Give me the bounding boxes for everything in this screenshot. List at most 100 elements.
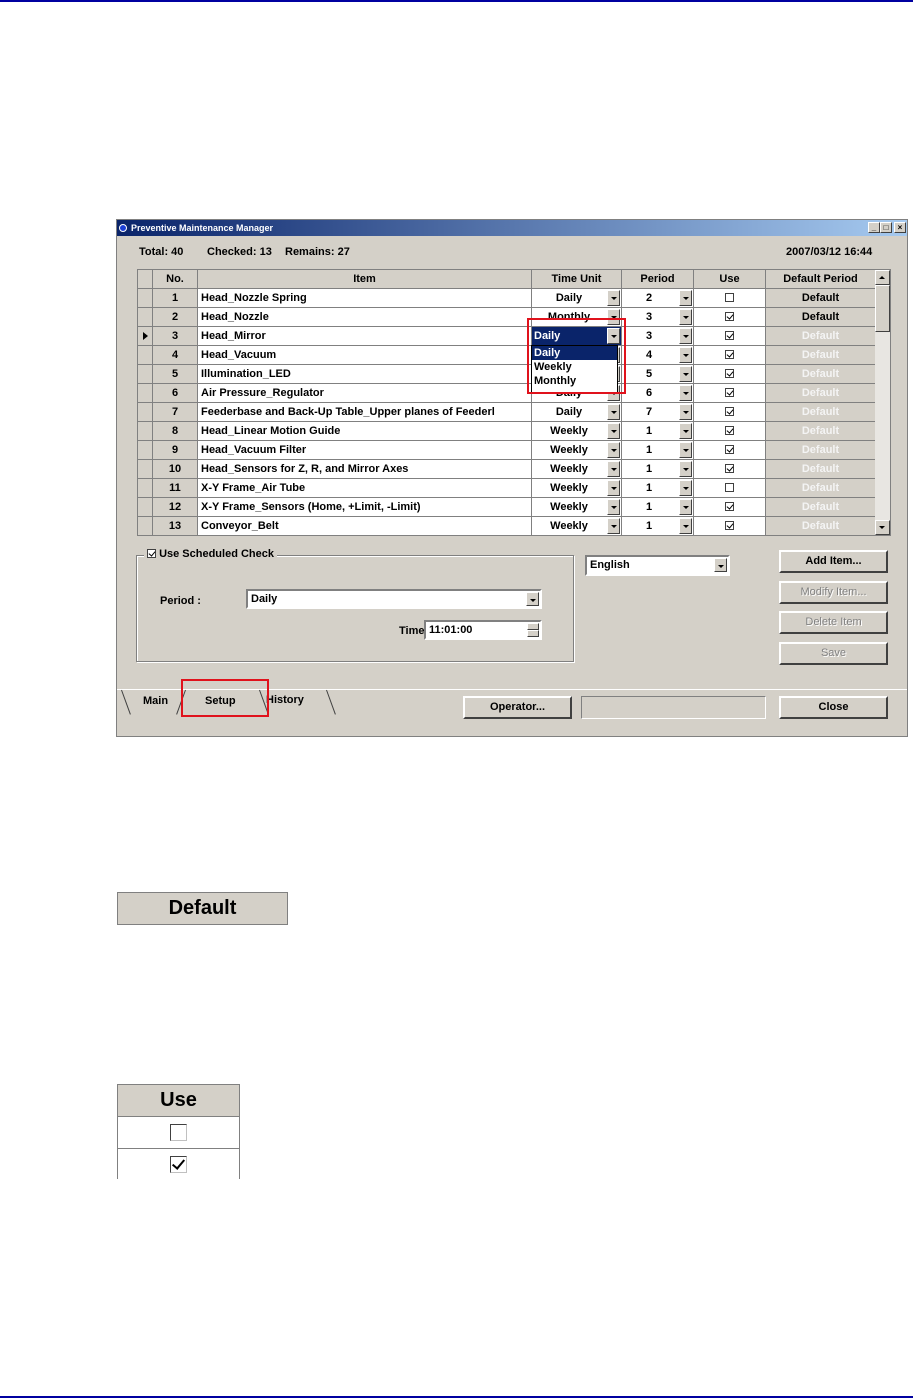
row-default-button[interactable]: Default <box>766 422 876 441</box>
scroll-up-button[interactable] <box>875 270 890 285</box>
use-scheduled-check[interactable]: Use Scheduled Check <box>144 548 277 560</box>
use-checkbox[interactable] <box>725 349 734 359</box>
row-default-button[interactable]: Default <box>766 498 876 517</box>
row-use[interactable] <box>694 479 766 498</box>
use-checkbox[interactable] <box>725 444 734 454</box>
row-default-button[interactable]: Default <box>766 517 876 535</box>
row-default-button[interactable]: Default <box>766 441 876 460</box>
row-use[interactable] <box>694 517 766 535</box>
row-indicator[interactable] <box>138 289 153 308</box>
col-period[interactable]: Period <box>622 270 694 289</box>
use-checkbox[interactable] <box>725 292 734 302</box>
row-indicator[interactable] <box>138 327 153 346</box>
period-select[interactable]: Daily <box>246 589 542 609</box>
row-period[interactable]: 2 <box>622 289 694 308</box>
row-time-unit[interactable]: Weekly <box>532 422 622 441</box>
time-unit-arrow[interactable] <box>607 499 620 515</box>
period-arrow[interactable] <box>679 290 692 306</box>
close-button[interactable]: Close <box>779 696 888 719</box>
row-use[interactable] <box>694 346 766 365</box>
row-period[interactable]: 1 <box>622 422 694 441</box>
row-indicator[interactable] <box>138 479 153 498</box>
col-default-period[interactable]: Default Period <box>766 270 876 289</box>
use-checkbox[interactable] <box>725 406 734 416</box>
time-unit-arrow[interactable] <box>607 290 620 306</box>
scroll-thumb[interactable] <box>875 285 890 332</box>
period-arrow[interactable] <box>679 423 692 439</box>
operator-button[interactable]: Operator... <box>463 696 572 719</box>
close-window-button[interactable]: × <box>894 222 906 233</box>
row-item[interactable]: Head_Vacuum <box>198 346 532 365</box>
save-button[interactable]: Save <box>779 642 888 665</box>
row-item[interactable]: Head_Nozzle <box>198 308 532 327</box>
row-period[interactable]: 3 <box>622 327 694 346</box>
row-item[interactable]: Head_Vacuum Filter <box>198 441 532 460</box>
row-time-unit[interactable]: Daily <box>532 289 622 308</box>
use-checkbox[interactable] <box>725 425 734 435</box>
time-unit-arrow[interactable] <box>607 461 620 477</box>
time-unit-arrow[interactable] <box>607 480 620 496</box>
add-item-button[interactable]: Add Item... <box>779 550 888 573</box>
row-item[interactable]: X-Y Frame_Sensors (Home, +Limit, -Limit) <box>198 498 532 517</box>
row-period[interactable]: 7 <box>622 403 694 422</box>
row-use[interactable] <box>694 365 766 384</box>
use-checkbox[interactable] <box>725 330 734 340</box>
row-time-unit[interactable]: Weekly <box>532 517 622 535</box>
row-period[interactable]: 3 <box>622 308 694 327</box>
time-unit-arrow[interactable] <box>607 442 620 458</box>
period-arrow[interactable] <box>679 347 692 363</box>
row-default-button[interactable]: Default <box>766 346 876 365</box>
time-unit-arrow[interactable] <box>607 518 620 534</box>
maximize-button[interactable]: □ <box>880 222 892 233</box>
row-indicator[interactable] <box>138 460 153 479</box>
period-arrow[interactable] <box>679 366 692 382</box>
use-scheduled-check-checkbox[interactable] <box>147 548 156 558</box>
row-default-button[interactable]: Default <box>766 289 876 308</box>
time-unit-arrow[interactable] <box>607 404 620 420</box>
time-down-button[interactable] <box>527 630 539 637</box>
row-use[interactable] <box>694 308 766 327</box>
row-time-unit[interactable]: Daily <box>532 403 622 422</box>
row-indicator[interactable] <box>138 308 153 327</box>
tab-main[interactable]: Main <box>143 695 168 707</box>
row-period[interactable]: 1 <box>622 460 694 479</box>
row-time-unit[interactable]: Weekly <box>532 460 622 479</box>
row-indicator[interactable] <box>138 365 153 384</box>
row-period[interactable]: 5 <box>622 365 694 384</box>
modify-item-button[interactable]: Modify Item... <box>779 581 888 604</box>
row-default-button[interactable]: Default <box>766 479 876 498</box>
row-use[interactable] <box>694 289 766 308</box>
col-use[interactable]: Use <box>694 270 766 289</box>
period-arrow[interactable] <box>679 461 692 477</box>
period-arrow[interactable] <box>679 328 692 344</box>
period-select-arrow[interactable] <box>526 592 539 606</box>
use-checkbox[interactable] <box>725 368 734 378</box>
language-select-arrow[interactable] <box>714 558 727 572</box>
row-use[interactable] <box>694 498 766 517</box>
row-item[interactable]: Illumination_LED <box>198 365 532 384</box>
time-field[interactable]: 11:01:00 <box>424 620 542 640</box>
time-spinner[interactable] <box>527 623 539 637</box>
row-period[interactable]: 6 <box>622 384 694 403</box>
time-up-button[interactable] <box>527 623 539 630</box>
col-no[interactable]: No. <box>153 270 198 289</box>
row-indicator[interactable] <box>138 517 153 535</box>
row-item[interactable]: Feederbase and Back-Up Table_Upper plane… <box>198 403 532 422</box>
scroll-down-button[interactable] <box>875 520 890 535</box>
row-item[interactable]: Head_Sensors for Z, R, and Mirror Axes <box>198 460 532 479</box>
grid-scrollbar[interactable] <box>875 270 890 535</box>
row-indicator[interactable] <box>138 422 153 441</box>
minimize-button[interactable]: _ <box>868 222 880 233</box>
row-period[interactable]: 4 <box>622 346 694 365</box>
row-time-unit[interactable]: Weekly <box>532 441 622 460</box>
period-arrow[interactable] <box>679 442 692 458</box>
period-arrow[interactable] <box>679 480 692 496</box>
row-use[interactable] <box>694 441 766 460</box>
row-period[interactable]: 1 <box>622 498 694 517</box>
row-item[interactable]: Head_Linear Motion Guide <box>198 422 532 441</box>
tab-history[interactable]: History <box>266 694 304 706</box>
delete-item-button[interactable]: Delete Item <box>779 611 888 634</box>
period-arrow[interactable] <box>679 499 692 515</box>
period-arrow[interactable] <box>679 385 692 401</box>
row-use[interactable] <box>694 384 766 403</box>
